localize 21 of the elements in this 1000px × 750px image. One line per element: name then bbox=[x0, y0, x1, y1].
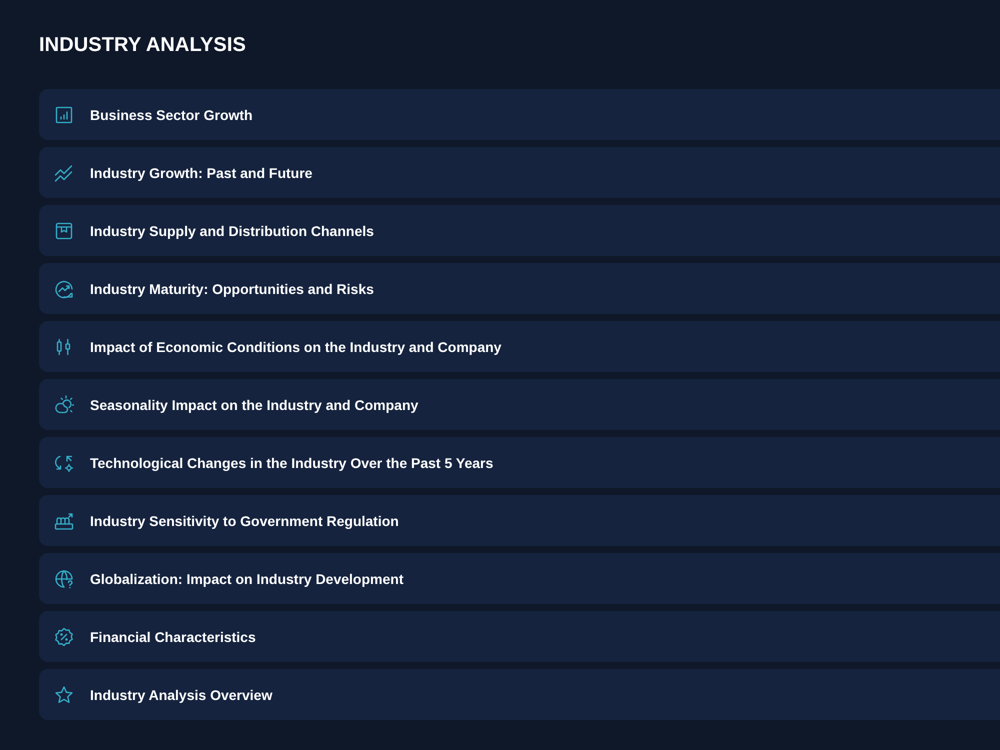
list-item[interactable]: Seasonality Impact on the Industry and Company bbox=[39, 379, 1000, 430]
list-item[interactable]: Industry Maturity: Opportunities and Risks bbox=[39, 263, 1000, 314]
chart-circle-icon bbox=[54, 278, 74, 298]
list-item[interactable]: Industry Analysis Overview bbox=[39, 669, 1000, 720]
page-title: INDUSTRY ANALYSIS bbox=[39, 33, 247, 57]
globe-question-icon bbox=[54, 568, 74, 588]
percent-badge-icon bbox=[54, 626, 74, 646]
list-item[interactable]: Technological Changes in the Industry Over the Past 5 Years bbox=[39, 437, 1000, 488]
list-item[interactable]: Globalization: Impact on Industry Development bbox=[39, 553, 1000, 604]
bar-chart-icon bbox=[54, 104, 74, 124]
list-item[interactable]: Financial Characteristics bbox=[39, 611, 1000, 662]
trend-lines-icon bbox=[54, 162, 74, 182]
list-item[interactable]: Industry Growth: Past and Future bbox=[39, 147, 1000, 198]
waves-arrow-icon bbox=[54, 510, 74, 530]
list-item[interactable]: Industry Sensitivity to Government Regulation bbox=[39, 495, 1000, 546]
list-item[interactable]: Impact of Economic Conditions on the Industry and Company bbox=[39, 321, 1000, 372]
box-icon bbox=[54, 220, 74, 240]
star-icon bbox=[54, 684, 74, 704]
list-item[interactable]: Industry Supply and Distribution Channels bbox=[39, 205, 1000, 256]
sun-cloud-icon bbox=[54, 394, 74, 414]
list-item[interactable]: Business Sector Growth bbox=[39, 89, 1000, 140]
